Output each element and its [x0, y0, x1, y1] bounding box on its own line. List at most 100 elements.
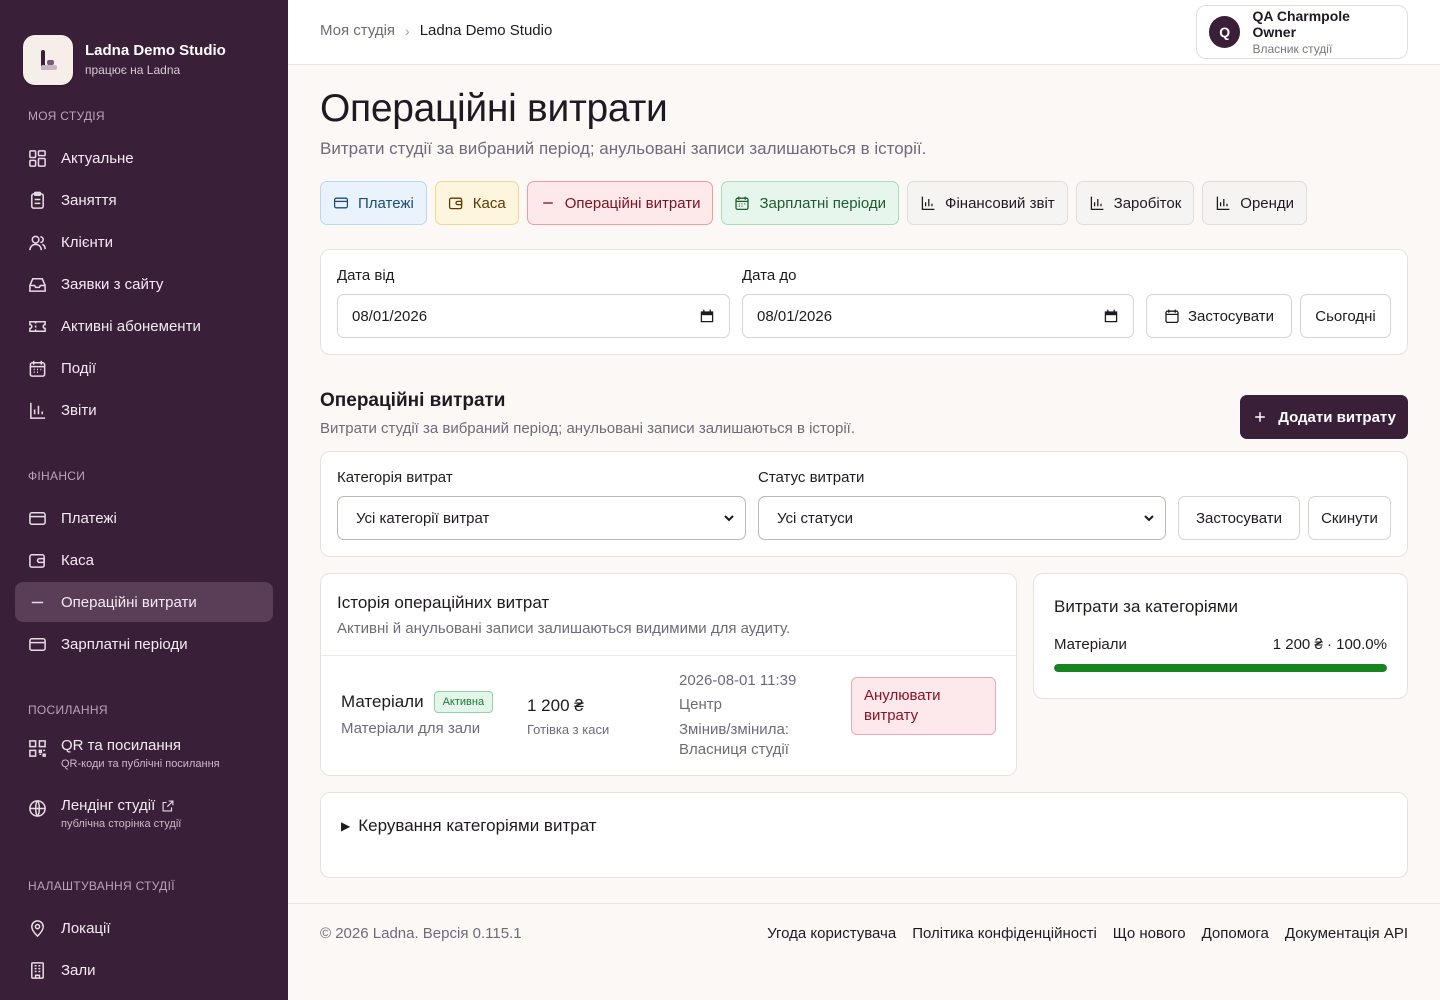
footer-copyright: © 2026 Ladna. Версія 0.115.1: [320, 925, 522, 942]
history-title: Історія операційних витрат: [337, 593, 550, 612]
page-subtitle: Витрати студії за вибраний період; ануль…: [320, 139, 927, 158]
filter-reset-button[interactable]: Скинути: [1308, 496, 1391, 540]
chevron-right-icon: ›: [405, 22, 410, 39]
sidebar-item-payments[interactable]: Платежі: [15, 498, 273, 538]
tab-payroll-periods[interactable]: Зарплатні періоди: [721, 181, 900, 225]
nav-section-finance: Фінанси: [28, 469, 86, 483]
expense-history-card: Історія операційних витрат Активні й ану…: [320, 573, 1017, 776]
button-label: Застосувати: [1195, 509, 1282, 527]
tab-label: Оренди: [1240, 194, 1295, 212]
date-from-label: Дата від: [337, 267, 395, 284]
sidebar-item-qr-links[interactable]: QR та посилання QR-коди та публічні поси…: [15, 732, 273, 784]
sidebar-item-payroll-periods[interactable]: Зарплатні періоди: [15, 624, 273, 664]
sidebar-item-label: Каса: [61, 551, 94, 569]
category-share-fill: [1054, 664, 1387, 672]
brand-name: Ladna Demo Studio: [85, 42, 226, 59]
status-badge: Активна: [433, 691, 494, 713]
clipboard-icon: [31, 191, 44, 209]
bar-chart-icon: [921, 196, 935, 211]
status-filter-label: Статус витрати: [758, 469, 865, 486]
sidebar-item-site-requests[interactable]: Заявки з сайту: [15, 264, 273, 304]
sidebar-item-events[interactable]: Події: [15, 348, 273, 388]
external-link-icon: [162, 800, 174, 811]
footer-link-terms[interactable]: Угода користувача: [767, 925, 896, 942]
date-from-input[interactable]: 08/01/2026: [337, 294, 730, 338]
credit-card-icon: [29, 637, 46, 651]
finance-tabs: Платежі Каса Операційні витрати Зарплатн…: [320, 181, 1308, 225]
table-row: Матеріали Активна Матеріали для зали 1 2…: [321, 656, 1016, 775]
tab-financial-report[interactable]: Фінансовий звіт: [907, 181, 1068, 225]
tab-earnings[interactable]: Заробіток: [1075, 181, 1195, 225]
globe-icon: [29, 800, 46, 817]
manage-categories-toggle[interactable]: ▶ Керування категоріями витрат: [341, 816, 597, 836]
footer-link-whats-new[interactable]: Що нового: [1113, 925, 1186, 942]
history-subtitle: Активні й анульовані записи залишаються …: [337, 620, 791, 637]
category-name: Матеріали: [1054, 636, 1127, 653]
cancel-expense-button[interactable]: Анулювати витрату: [851, 677, 996, 735]
category-select[interactable]: Усі категорії витрат: [337, 496, 746, 540]
ticket-icon: [29, 320, 46, 332]
tab-label: Каса: [472, 194, 506, 212]
footer-link-api-docs[interactable]: Документація API: [1285, 925, 1408, 942]
date-today-button[interactable]: Сьогодні: [1300, 294, 1391, 338]
calendar-icon: [1165, 309, 1179, 324]
sidebar-item-halls[interactable]: Зали: [15, 950, 273, 990]
tab-payments[interactable]: Платежі: [320, 181, 427, 225]
sidebar-item-active-memberships[interactable]: Активні абонементи: [15, 306, 273, 346]
map-pin-icon: [31, 919, 44, 937]
calendar-icon: [1104, 309, 1118, 323]
minus-icon: [31, 601, 44, 603]
footer-link-privacy[interactable]: Політика конфіденційності: [912, 925, 1097, 942]
brand-logo-icon: [23, 34, 73, 85]
sidebar-item-label: QR та посилання: [61, 737, 182, 754]
breadcrumb-current: Ladna Demo Studio: [419, 22, 553, 39]
sidebar-item-cash[interactable]: Каса: [15, 540, 273, 580]
avatar: Q: [1209, 16, 1241, 48]
expense-filter-card: Категорія витрат Усі категорії витрат Ст…: [320, 451, 1408, 557]
footer-link-help[interactable]: Допомога: [1202, 925, 1269, 942]
sidebar-item-current[interactable]: Актуальне: [15, 138, 273, 178]
footer-links: Угода користувача Політика конфіденційно…: [767, 925, 1408, 942]
credit-card-icon: [333, 197, 349, 209]
sidebar-item-label: Зали: [61, 961, 96, 979]
sidebar-item-studio-landing[interactable]: Лендінг студії публічна сторінка студії: [15, 792, 273, 844]
button-label: Додати витрату: [1278, 408, 1396, 426]
sidebar-item-label: Актуальне: [61, 149, 134, 167]
inbox-icon: [29, 277, 46, 292]
nav-section-links: Посилання: [28, 703, 108, 717]
filter-apply-button[interactable]: Застосувати: [1178, 496, 1300, 540]
date-apply-button[interactable]: Застосувати: [1146, 294, 1292, 338]
wallet-icon: [448, 197, 463, 210]
date-to-input[interactable]: 08/01/2026: [742, 294, 1134, 338]
bar-chart-icon: [1217, 196, 1230, 211]
sidebar-item-clients[interactable]: Клієнти: [15, 222, 273, 262]
qr-code-icon: [29, 740, 46, 757]
expense-category: Матеріали: [341, 692, 424, 711]
expense-location: Центр: [679, 696, 722, 713]
tab-rentals[interactable]: Оренди: [1202, 181, 1308, 225]
users-icon: [29, 235, 46, 250]
tab-label: Платежі: [358, 194, 414, 212]
sidebar-item-label: Клієнти: [61, 233, 114, 251]
top-bar: Моя студія › Ladna Demo Studio Q QA Char…: [288, 0, 1440, 65]
building-icon: [31, 961, 44, 979]
tab-label: Зарплатні періоди: [759, 194, 887, 212]
user-menu[interactable]: Q QA Charmpole Owner Власник студії: [1196, 5, 1408, 59]
bar-chart-icon: [30, 402, 46, 419]
sidebar: Ladna Demo Studio працює на Ladna Моя ст…: [0, 0, 288, 1000]
sidebar-item-operating-expenses[interactable]: Операційні витрати: [15, 582, 273, 622]
footer: © 2026 Ladna. Версія 0.115.1 Угода корис…: [288, 903, 1440, 1000]
calendar-icon: [735, 196, 750, 211]
brand[interactable]: Ladna Demo Studio працює на Ladna: [0, 0, 288, 96]
sidebar-item-reports[interactable]: Звіти: [15, 390, 273, 430]
tab-operating-expenses[interactable]: Операційні витрати: [526, 181, 714, 225]
status-select[interactable]: Усі статуси: [758, 496, 1166, 540]
sidebar-item-classes[interactable]: Заняття: [15, 180, 273, 220]
tab-cash[interactable]: Каса: [434, 181, 519, 225]
date-to-value: 08/01/2026: [757, 307, 833, 325]
button-label: Скинути: [1321, 509, 1378, 527]
add-expense-button[interactable]: Додати витрату: [1240, 395, 1408, 439]
plus-icon: [1255, 412, 1266, 422]
sidebar-item-locations[interactable]: Локації: [15, 908, 273, 948]
breadcrumb-parent[interactable]: Моя студія: [320, 22, 395, 39]
